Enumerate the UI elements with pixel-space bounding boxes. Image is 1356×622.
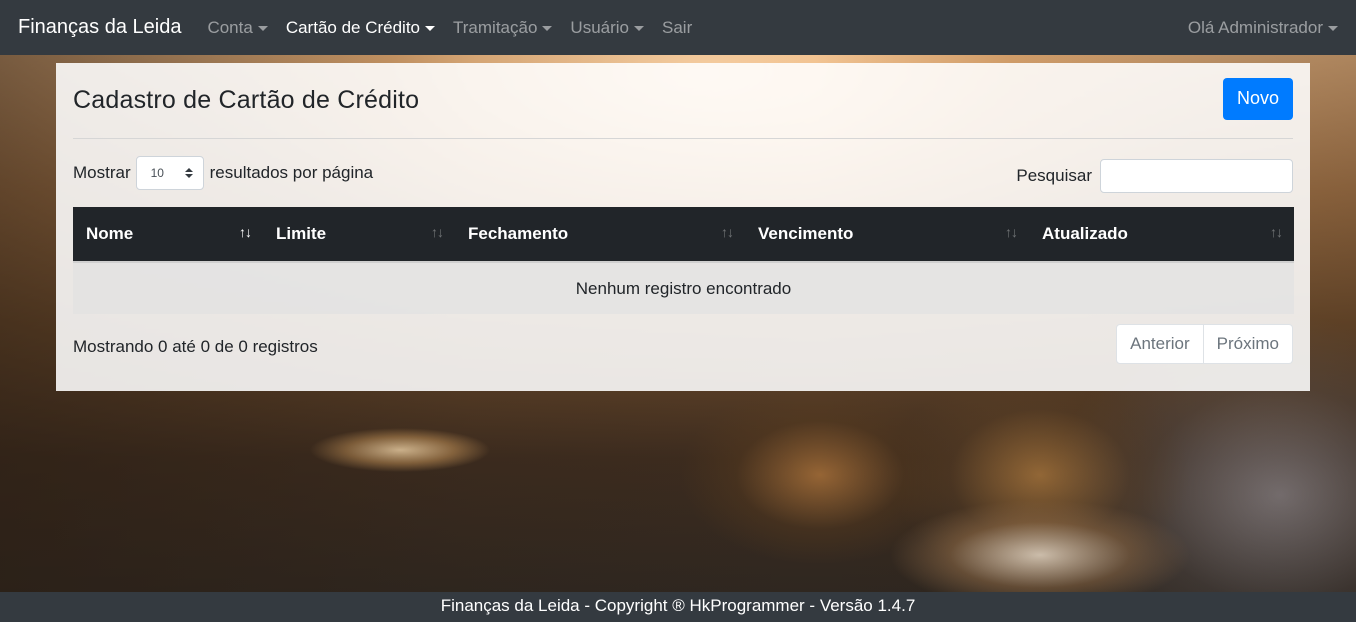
new-button[interactable]: Novo bbox=[1222, 77, 1293, 120]
card-header: Cadastro de Cartão de Crédito Novo bbox=[73, 63, 1293, 139]
nav-item-tramitacao[interactable]: Tramitação bbox=[453, 17, 553, 38]
caret-down-icon bbox=[634, 26, 645, 31]
top-navbar: Finanças da Leida Conta Cartão de Crédit… bbox=[0, 0, 1356, 55]
caret-down-icon bbox=[257, 26, 268, 31]
column-label: Atualizado bbox=[1042, 224, 1128, 243]
table-header-row: Nome ↑↓ Limite ↑↓ Fechamento ↑↓ Vencimento ↑… bbox=[73, 207, 1294, 262]
table-info: Mostrando 0 até 0 de 0 registros bbox=[73, 337, 318, 356]
length-suffix: resultados por página bbox=[209, 163, 374, 182]
search-control: Pesquisar bbox=[1016, 158, 1293, 193]
column-header-nome[interactable]: Nome ↑↓ bbox=[73, 207, 263, 262]
nav-item-sair[interactable]: Sair bbox=[662, 18, 692, 38]
caret-down-icon bbox=[542, 26, 553, 31]
column-header-vencimento[interactable]: Vencimento ↑↓ bbox=[745, 207, 1029, 262]
nav-item-conta[interactable]: Conta bbox=[207, 17, 268, 38]
nav-item-label: Tramitação bbox=[453, 17, 538, 37]
page-title: Cadastro de Cartão de Crédito bbox=[73, 86, 420, 114]
caret-down-icon bbox=[425, 26, 436, 31]
page-length-control: Mostrar 10 resultados por página bbox=[73, 156, 373, 190]
nav-menu: Conta Cartão de Crédito Tramitação Usuár… bbox=[207, 18, 710, 38]
sort-asc-icon: ↑↓ bbox=[239, 224, 252, 240]
credit-card-panel: Cadastro de Cartão de Crédito Novo Mostr… bbox=[56, 63, 1310, 391]
user-greeting: Olá Administrador bbox=[1187, 17, 1323, 37]
nav-item-label: Sair bbox=[662, 17, 693, 37]
user-menu[interactable]: Olá Administrador bbox=[1188, 18, 1338, 38]
nav-item-label: Usuário bbox=[570, 17, 630, 37]
sort-icon: ↑↓ bbox=[1005, 224, 1018, 240]
caret-down-icon bbox=[1328, 26, 1338, 31]
table-footer: Mostrando 0 até 0 de 0 registros Anterio… bbox=[73, 324, 1293, 364]
table-row: Nenhum registro encontrado bbox=[73, 261, 1294, 314]
empty-message: Nenhum registro encontrado bbox=[73, 261, 1294, 314]
page-length-value: 10 bbox=[150, 166, 164, 180]
column-header-atualizado[interactable]: Atualizado ↑↓ bbox=[1029, 207, 1294, 262]
sort-icon: ↑↓ bbox=[431, 224, 444, 240]
column-label: Nome bbox=[86, 224, 134, 243]
nav-item-usuario[interactable]: Usuário bbox=[570, 17, 645, 38]
brand-link[interactable]: Finanças da Leida bbox=[18, 16, 181, 39]
page-length-select[interactable]: 10 bbox=[135, 156, 204, 190]
pagination: Anterior Próximo bbox=[1116, 324, 1293, 364]
search-input[interactable] bbox=[1100, 158, 1293, 193]
column-header-limite[interactable]: Limite ↑↓ bbox=[263, 207, 455, 262]
nav-item-label: Conta bbox=[207, 17, 253, 37]
column-header-fechamento[interactable]: Fechamento ↑↓ bbox=[455, 207, 745, 262]
next-page-button[interactable]: Próximo bbox=[1203, 324, 1293, 364]
select-arrows-icon bbox=[184, 168, 193, 178]
length-prefix: Mostrar bbox=[73, 163, 131, 182]
nav-item-cartao-de-credito[interactable]: Cartão de Crédito bbox=[285, 17, 436, 38]
search-label: Pesquisar bbox=[1016, 165, 1092, 185]
previous-page-button[interactable]: Anterior bbox=[1116, 324, 1204, 364]
page-footer: Finanças da Leida - Copyright ® HkProgra… bbox=[0, 592, 1356, 622]
nav-item-label: Cartão de Crédito bbox=[285, 17, 421, 37]
sort-icon: ↑↓ bbox=[1270, 224, 1283, 240]
credit-card-table: Nome ↑↓ Limite ↑↓ Fechamento ↑↓ Vencimento ↑… bbox=[73, 207, 1294, 314]
sort-icon: ↑↓ bbox=[721, 224, 734, 240]
table-controls: Mostrar 10 resultados por página Pesquis… bbox=[73, 139, 1293, 207]
column-label: Fechamento bbox=[468, 224, 569, 243]
column-label: Limite bbox=[276, 224, 327, 243]
column-label: Vencimento bbox=[758, 224, 854, 243]
